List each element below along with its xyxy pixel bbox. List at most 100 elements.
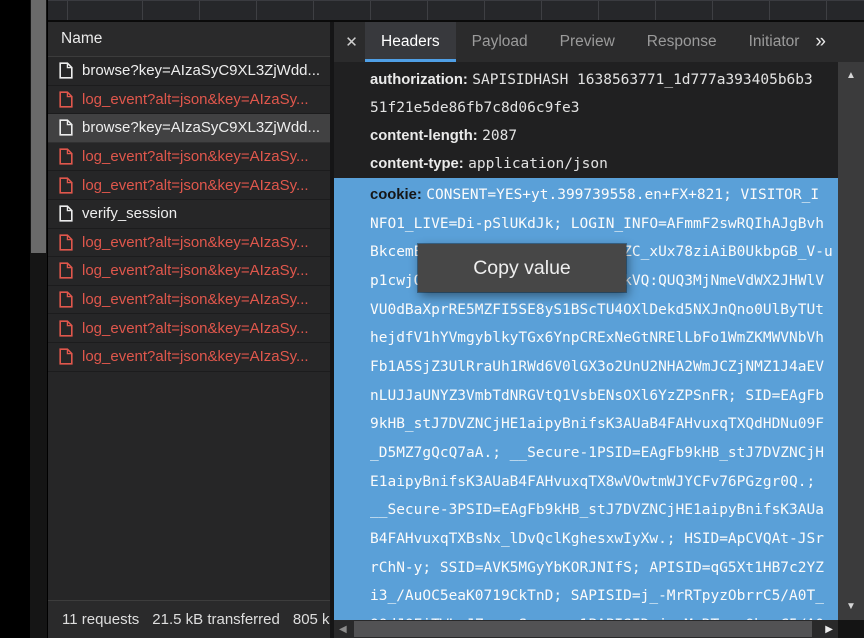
request-name: log_event?alt=json&key=AIzaSy... [82, 148, 309, 165]
name-column-header[interactable]: Name [48, 22, 330, 57]
header-line: authorization: SAPISIDHASH 1638563771_1d… [370, 66, 838, 94]
request-row[interactable]: log_event?alt=json&key=AIzaSy... [48, 343, 330, 372]
scroll-up-icon[interactable]: ▲ [838, 70, 864, 81]
header-line: _D5MZ7gQcQ7aA.; __Secure-1PSID=EAgFb9kHB… [370, 439, 838, 468]
tab-label: Payload [472, 33, 528, 51]
header-line: cookie: CONSENT=YES+yt.399739558.en+FX+8… [370, 181, 838, 210]
scroll-down-icon[interactable]: ▼ [838, 601, 864, 612]
request-row[interactable]: browse?key=AIzaSyC9XL3ZjWdd... [48, 114, 330, 143]
file-icon [59, 62, 73, 79]
resources-size: 805 kB [293, 611, 330, 628]
header-line: 51f21e5de86fb7c8d06c9fe3 [370, 94, 838, 122]
header-line: content-length: 2087 [370, 122, 838, 150]
file-icon [59, 320, 73, 337]
page-scrollbar[interactable] [30, 0, 47, 638]
request-name: log_event?alt=json&key=AIzaSy... [82, 234, 309, 251]
header-value: SAPISIDHASH 1638563771_1d777a393405b6b3 [472, 72, 812, 88]
header-value: CONSENT=YES+yt.399739558.en+FX+821; VISI… [426, 187, 819, 203]
header-value: NFO1_LIVE=Di-pSlUKdJk; LOGIN_INFO=AFmmF2… [370, 216, 824, 232]
copy-value-menu-item[interactable]: Copy value [473, 257, 571, 280]
header-name: cookie: [370, 187, 422, 203]
request-name: log_event?alt=json&key=AIzaSy... [82, 91, 309, 108]
scroll-right-icon[interactable]: ▶ [825, 620, 833, 638]
transferred-size: 21.5 kB transferred [152, 611, 280, 628]
detail-tabbar: ✕ Headers Payload Preview Response Initi… [334, 22, 864, 62]
header-line: i3_/AuOC5eaK0719CkTnD; SAPISID=j_-MrRTpy… [370, 582, 838, 611]
request-name: log_event?alt=json&key=AIzaSy... [82, 177, 309, 194]
header-value: nLUJJaUNYZ3VmbTdNRGVtQ1VsbENsOXl6YzZPSnF… [370, 388, 824, 404]
header-value: B4FAHvuxqTXBsNx_lDvQclKghesxwIyXw.; HSID… [370, 531, 824, 547]
header-value: hejdfV1hYVmgyblkyTGx6YnpCRExNeGtNRElLbFo… [370, 330, 824, 346]
file-icon [59, 177, 73, 194]
header-line: NFO1_LIVE=Di-pSlUKdJk; LOGIN_INFO=AFmmF2… [370, 210, 838, 239]
header-value: _D5MZ7gQcQ7aA.; __Secure-1PSID=EAgFb9kHB… [370, 445, 824, 461]
request-row[interactable]: log_event?alt=json&key=AIzaSy... [48, 143, 330, 172]
page-scrollbar-thumb[interactable] [31, 0, 46, 253]
horizontal-scrollbar-thumb[interactable] [354, 621, 812, 637]
headers-content: authorization: SAPISIDHASH 1638563771_1d… [334, 62, 838, 620]
file-icon [59, 234, 73, 251]
context-menu: Copy value [418, 244, 626, 292]
file-icon [59, 148, 73, 165]
header-line: B4FAHvuxqTXBsNx_lDvQclKghesxwIyXw.; HSID… [370, 525, 838, 554]
scroll-left-icon[interactable]: ◀ [339, 620, 347, 638]
header-line: __Secure-3PSID=EAgFb9kHB_stJ7DVZNCjHE1ai… [370, 496, 838, 525]
file-icon [59, 119, 73, 136]
header-value: rChN-y; SSID=AVK5MGyYbKORJNIfS; APISID=q… [370, 560, 824, 576]
request-name: log_event?alt=json&key=AIzaSy... [82, 320, 309, 337]
tab-payload[interactable]: Payload [456, 22, 544, 62]
vertical-scrollbar[interactable]: ▲ ▼ [838, 62, 864, 620]
header-line: Fb1A5SjZ3UlRraUh1RWd6V0lGX3o2UnU2NHA2WmJ… [370, 353, 838, 382]
request-count: 11 requests [62, 611, 139, 628]
request-row[interactable]: log_event?alt=json&key=AIzaSy... [48, 229, 330, 258]
tab-label: Preview [560, 33, 615, 51]
tab-label: Headers [381, 33, 440, 51]
header-line: E1aipyBnifsK3AUaB4FAHvuxqTX8wVOwtmWJYCFv… [370, 468, 838, 497]
header-value: 51f21e5de86fb7c8d06c9fe3 [370, 100, 580, 116]
tab-overflow-chevron-icon[interactable]: » [815, 22, 826, 62]
request-row[interactable]: log_event?alt=json&key=AIzaSy... [48, 86, 330, 115]
header-line: nLUJJaUNYZ3VmbTdNRGVtQ1VsbENsOXl6YzZPSnF… [370, 382, 838, 411]
header-value: VU0dBaXprRE5MZFI5SE8yS1BScTU4OXlDekd5NXJ… [370, 302, 824, 318]
header-value: 9kHB_stJ7DVZNCjHE1aipyBnifsK3AUaB4FAHvux… [370, 416, 824, 432]
file-icon [59, 348, 73, 365]
header-value: application/json [468, 156, 608, 172]
file-icon [59, 205, 73, 222]
header-name: content-type: [370, 156, 464, 172]
close-icon[interactable]: ✕ [338, 22, 365, 62]
tab-headers[interactable]: Headers [365, 22, 456, 62]
header-value: Fb1A5SjZ3UlRraUh1RWd6V0lGX3o2UnU2NHA2WmJ… [370, 359, 824, 375]
network-status-bar: 11 requests 21.5 kB transferred 805 kB [48, 600, 330, 638]
tab-label: Initiator [749, 33, 800, 51]
horizontal-scrollbar[interactable]: ◀ ▶ [334, 620, 838, 638]
request-row[interactable]: log_event?alt=json&key=AIzaSy... [48, 171, 330, 200]
header-line: rChN-y; SSID=AVK5MGyYbKORJNIfS; APISID=q… [370, 554, 838, 583]
tab-preview[interactable]: Preview [544, 22, 631, 62]
request-name: log_event?alt=json&key=AIzaSy... [82, 291, 309, 308]
request-name: log_event?alt=json&key=AIzaSy... [82, 262, 309, 279]
header-value: __Secure-3PSID=EAgFb9kHB_stJ7DVZNCjHE1ai… [370, 502, 824, 518]
network-request-panel: Name browse?key=AIzaSyC9XL3ZjWdd... log_… [48, 22, 330, 638]
request-name: verify_session [82, 205, 177, 222]
header-line: 9kHB_stJ7DVZNCjHE1aipyBnifsK3AUaB4FAHvux… [370, 410, 838, 439]
network-overview-strip[interactable] [48, 0, 864, 22]
request-headers-block: authorization: SAPISIDHASH 1638563771_1d… [334, 62, 838, 178]
header-value: 2087 [482, 128, 517, 144]
file-icon [59, 262, 73, 279]
request-row[interactable]: browse?key=AIzaSyC9XL3ZjWdd... [48, 57, 330, 86]
request-row[interactable]: verify_session [48, 200, 330, 229]
header-name: authorization: [370, 72, 468, 88]
header-line: QOdJQEiTWLvJZ; __Secure-1PAPISID=j_-MrRT… [370, 611, 838, 620]
request-row[interactable]: log_event?alt=json&key=AIzaSy... [48, 286, 330, 315]
request-detail-panel: ✕ Headers Payload Preview Response Initi… [334, 22, 864, 638]
request-row[interactable]: log_event?alt=json&key=AIzaSy... [48, 314, 330, 343]
header-value: E1aipyBnifsK3AUaB4FAHvuxqTX8wVOwtmWJYCFv… [370, 474, 815, 490]
header-line: content-type: application/json [370, 150, 838, 178]
request-name: browse?key=AIzaSyC9XL3ZjWdd... [82, 62, 320, 79]
request-list: browse?key=AIzaSyC9XL3ZjWdd... log_event… [48, 57, 330, 372]
tab-response[interactable]: Response [631, 22, 733, 62]
request-row[interactable]: log_event?alt=json&key=AIzaSy... [48, 257, 330, 286]
tab-label: Response [647, 33, 717, 51]
header-line: VU0dBaXprRE5MZFI5SE8yS1BScTU4OXlDekd5NXJ… [370, 296, 838, 325]
tab-initiator[interactable]: Initiator [733, 22, 816, 62]
